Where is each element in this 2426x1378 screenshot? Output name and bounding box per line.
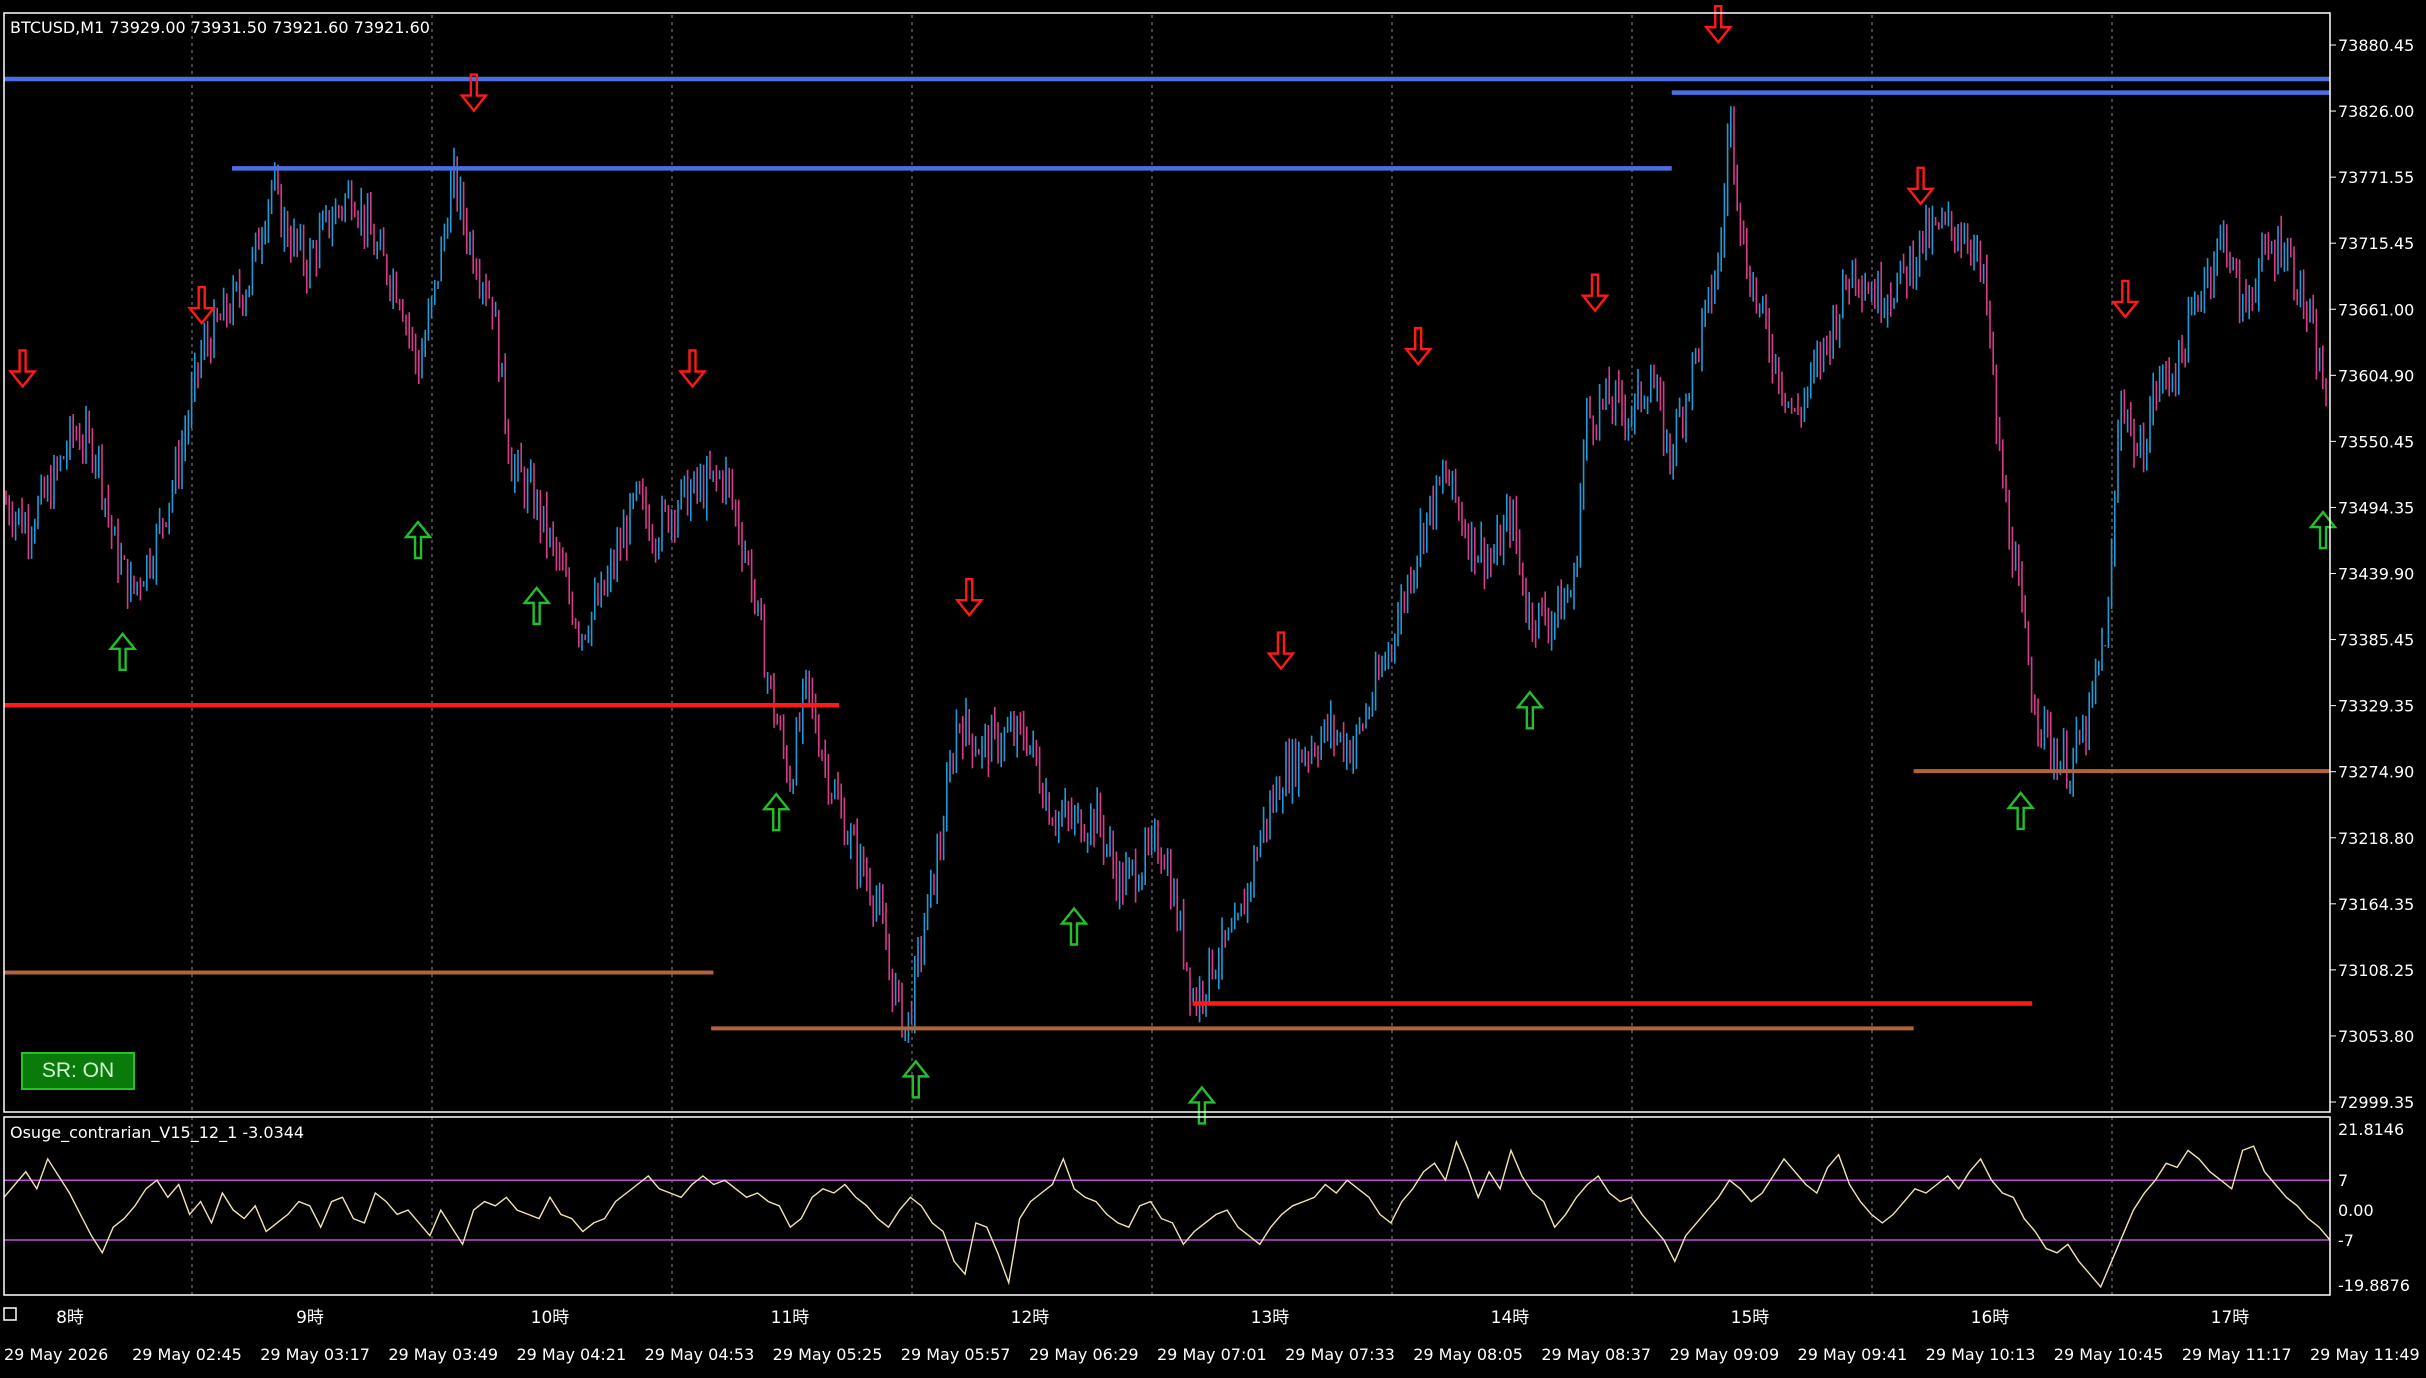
buy-arrow-icon: [522, 585, 552, 626]
hour-tick-label: 12時: [1011, 1308, 1050, 1328]
sell-arrow-icon: [954, 577, 984, 618]
sell-arrow-icon: [8, 349, 38, 389]
buy-arrow-icon: [1059, 906, 1089, 946]
time-axis: 8時 9時 10時 11時 12時 13時 14時 15時 16時 17時 29 May 2026 2…: [3, 1307, 2420, 1364]
y-tick-label: 73385.45: [2338, 631, 2414, 650]
hour-tick-label: 8時: [56, 1308, 84, 1328]
time-tick-label: 29 May 07:33: [1285, 1345, 1395, 1364]
sell-arrow-icon: [1703, 5, 1733, 45]
symbol-info: BTCUSD,M1 73929.00 73931.50 73921.60 739…: [10, 18, 430, 37]
buy-arrow-icon: [108, 631, 138, 672]
y-tick-label: 73218.80: [2338, 829, 2414, 848]
oscillator-pane-border: [3, 1116, 2331, 1296]
hour-grid: [191, 15, 2113, 1295]
trading-chart: 73880.45 73826.00 73771.55 73715.45 73661.00…: [3, 5, 2420, 1364]
sell-arrow-icon: [1906, 166, 1936, 206]
hour-tick-label: 10時: [531, 1308, 570, 1328]
time-tick-label: 29 May 09:09: [1669, 1345, 1779, 1364]
sr-toggle-button[interactable]: SR: ON: [21, 1052, 135, 1090]
sell-arrow-icon: [677, 349, 707, 389]
sell-arrow-icon: [1403, 326, 1433, 367]
osc-tick-label: 21.8146: [2338, 1120, 2404, 1139]
chart-frame: [3, 12, 2331, 1296]
buy-arrow-icon: [403, 520, 433, 560]
price-axis: 73880.45 73826.00 73771.55 73715.45 73661.00…: [2330, 36, 2414, 1295]
y-tick-label: 72999.35: [2338, 1093, 2414, 1112]
osc-series-line: [3, 1139, 2331, 1289]
y-tick-label: 73604.90: [2338, 366, 2414, 385]
hour-tick-label: 11時: [771, 1308, 810, 1328]
y-tick-label: 73771.55: [2338, 168, 2414, 187]
buy-arrow-icon: [901, 1059, 931, 1099]
time-tick-label: 29 May 09:41: [1798, 1345, 1908, 1364]
time-tick-label: 29 May 2026: [4, 1345, 108, 1364]
buy-arrow-icon: [2006, 791, 2036, 831]
osc-tick-label: -19.8876: [2338, 1276, 2410, 1295]
y-tick-label: 73826.00: [2338, 102, 2414, 121]
indicator-info: Osuge_contrarian_V15_12_1 -3.0344: [10, 1123, 304, 1143]
y-tick-label: 73329.35: [2338, 697, 2414, 716]
time-tick-label: 29 May 08:05: [1413, 1345, 1523, 1364]
sr-levels: [4, 76, 2330, 1031]
y-tick-label: 73661.00: [2338, 300, 2414, 319]
time-tick-label: 29 May 04:53: [645, 1345, 755, 1364]
time-tick-label: 29 May 03:49: [388, 1345, 498, 1364]
hour-tick-label: 17時: [2211, 1308, 2250, 1328]
hour-tick-label: 9時: [296, 1308, 324, 1328]
hour-tick-label: 16時: [1971, 1308, 2010, 1328]
signal-arrows: [8, 5, 2338, 1125]
y-tick-label: 73715.45: [2338, 234, 2414, 253]
buy-arrow-icon: [1187, 1085, 1217, 1125]
hour-tick-label: 14時: [1491, 1308, 1530, 1328]
time-tick-label: 29 May 05:57: [901, 1345, 1011, 1364]
time-tick-label: 29 May 05:25: [773, 1345, 883, 1364]
buy-arrow-icon: [761, 792, 791, 832]
y-tick-label: 73053.80: [2338, 1027, 2414, 1046]
y-tick-label: 73880.45: [2338, 36, 2414, 55]
time-tick-label: 29 May 11:17: [2182, 1345, 2292, 1364]
y-tick-label: 73108.25: [2338, 961, 2414, 980]
oscillator-pane: [3, 1139, 2331, 1289]
y-tick-label: 73274.90: [2338, 763, 2414, 782]
hour-tick-label: 15時: [1731, 1308, 1770, 1328]
osc-tick-label: -7: [2338, 1231, 2354, 1250]
time-tick-label: 29 May 08:37: [1541, 1345, 1651, 1364]
y-tick-label: 73164.35: [2338, 895, 2414, 914]
time-tick-label: 29 May 04:21: [516, 1345, 626, 1364]
time-tick-label: 29 May 03:17: [260, 1345, 370, 1364]
osc-tick-label: 7: [2338, 1171, 2348, 1190]
y-tick-label: 73550.45: [2338, 432, 2414, 451]
y-tick-label: 73494.35: [2338, 498, 2414, 517]
time-tick-label: 29 May 10:45: [2054, 1345, 2164, 1364]
buy-arrow-icon: [1515, 690, 1545, 730]
buy-arrow-icon: [2308, 510, 2338, 550]
sell-arrow-icon: [1580, 273, 1610, 313]
osc-tick-label: 0.00: [2338, 1201, 2374, 1220]
y-tick-label: 73439.90: [2338, 565, 2414, 584]
time-tick-label: 29 May 11:49: [2310, 1345, 2420, 1364]
main-pane-border: [3, 12, 2331, 1113]
time-tick-label: 29 May 07:01: [1157, 1345, 1267, 1364]
time-tick-label: 29 May 06:29: [1029, 1345, 1139, 1364]
sell-arrow-icon: [187, 285, 217, 326]
price-candles: [5, 106, 2327, 1043]
sell-arrow-icon: [1266, 631, 1296, 671]
hour-tick-label: 13時: [1251, 1308, 1290, 1328]
scroll-box-icon: [3, 1307, 17, 1321]
time-tick-label: 29 May 10:13: [1926, 1345, 2036, 1364]
sell-arrow-icon: [2110, 279, 2140, 319]
time-tick-label: 29 May 02:45: [132, 1345, 242, 1364]
